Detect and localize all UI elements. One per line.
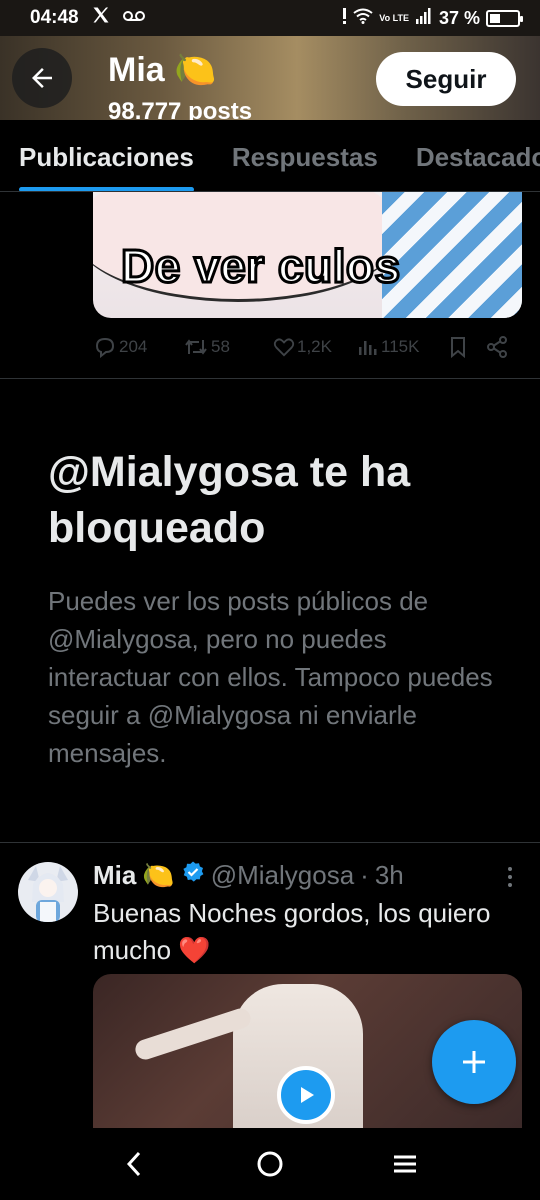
blocked-description: Puedes ver los posts públicos de @Mialyg… xyxy=(48,586,493,768)
lemon-emoji-icon: 🍋 xyxy=(174,51,217,89)
nav-home-icon xyxy=(257,1151,283,1177)
blocked-title: @Mialygosa te ha bloqueado xyxy=(48,448,411,552)
nav-back-button[interactable] xyxy=(114,1146,154,1182)
play-button[interactable] xyxy=(277,1066,335,1124)
profile-name-text: Mia xyxy=(108,51,165,89)
compose-button[interactable] xyxy=(432,1020,516,1104)
avatar[interactable] xyxy=(18,862,78,922)
post-actions: 204 58 1,2K 115K xyxy=(93,332,523,362)
post-header: Mia 🍋 @Mialygosa · 3h xyxy=(93,860,404,891)
divider xyxy=(0,378,540,379)
profile-tabs: Publicaciones Respuestas Destacados xyxy=(0,120,540,192)
x-logo-icon xyxy=(91,5,111,31)
network-label: Vo LTE xyxy=(379,12,409,23)
nav-menu-button[interactable] xyxy=(385,1146,425,1182)
alarm-icon xyxy=(341,7,347,30)
repost-count: 58 xyxy=(211,337,230,356)
image-caption: De ver culos xyxy=(120,239,402,294)
system-nav-bar xyxy=(0,1128,540,1200)
share-button[interactable] xyxy=(486,336,508,358)
voicemail-icon xyxy=(122,7,145,29)
views-count: 115K xyxy=(381,337,420,356)
post-count: 98.777 posts xyxy=(108,98,253,120)
tab-destacados[interactable]: Destacados xyxy=(397,120,540,191)
signal-icon xyxy=(415,7,433,30)
image-stripes xyxy=(382,192,522,318)
author-name[interactable]: Mia xyxy=(93,860,136,891)
more-icon xyxy=(508,867,512,887)
status-bar: 04:48 Vo LTE 37 % xyxy=(0,0,540,36)
status-time: 04:48 xyxy=(30,7,79,28)
reply-button[interactable]: 204 xyxy=(93,336,147,358)
reply-count: 204 xyxy=(119,337,148,356)
repost-button[interactable]: 58 xyxy=(183,336,230,358)
profile-header: Mia 🍋 98.777 posts Seguir xyxy=(0,36,540,120)
repost-icon xyxy=(185,339,207,355)
author-handle: @Mialygosa xyxy=(210,860,355,890)
post-text-content: Buenas Noches gordos, los quiero mucho xyxy=(93,898,491,965)
battery-icon xyxy=(486,9,523,27)
heart-emoji-icon: ❤️ xyxy=(178,935,211,965)
bookmark-button[interactable] xyxy=(448,336,468,358)
post-image[interactable]: De ver culos xyxy=(93,192,522,318)
tab-label: Publicaciones xyxy=(19,142,194,172)
profile-name: Mia 🍋 xyxy=(108,50,216,90)
post-text: Buenas Noches gordos, los quiero mucho ❤… xyxy=(93,895,513,969)
wifi-icon xyxy=(353,8,373,29)
follow-button[interactable]: Seguir xyxy=(376,52,516,106)
tab-label: Destacados xyxy=(415,142,540,172)
more-options-button[interactable] xyxy=(498,864,522,890)
like-count: 1,2K xyxy=(297,337,332,356)
nav-menu-icon xyxy=(394,1155,416,1173)
views-button[interactable]: 115K xyxy=(357,337,419,357)
bookmark-icon xyxy=(451,337,465,358)
back-button[interactable] xyxy=(12,48,72,108)
compose-plus-icon xyxy=(463,1051,485,1073)
tab-publicaciones[interactable]: Publicaciones xyxy=(0,120,213,191)
views-icon xyxy=(359,341,377,355)
like-button[interactable]: 1,2K xyxy=(273,337,332,357)
lemon-emoji-icon: 🍋 xyxy=(142,860,175,890)
nav-back-icon xyxy=(126,1151,141,1177)
reply-icon xyxy=(95,337,115,358)
battery-percent: 37 % xyxy=(438,7,480,28)
meta-separator: · xyxy=(360,860,369,890)
tab-label: Respuestas xyxy=(231,142,378,172)
tab-respuestas[interactable]: Respuestas xyxy=(213,120,397,191)
nav-home-button[interactable] xyxy=(250,1146,290,1182)
divider xyxy=(0,842,540,843)
play-icon xyxy=(301,1087,314,1103)
like-icon xyxy=(273,338,295,357)
back-arrow-icon xyxy=(32,68,52,88)
post-time: 3h xyxy=(374,860,404,890)
share-icon xyxy=(487,336,507,358)
verified-badge-icon xyxy=(181,860,205,891)
